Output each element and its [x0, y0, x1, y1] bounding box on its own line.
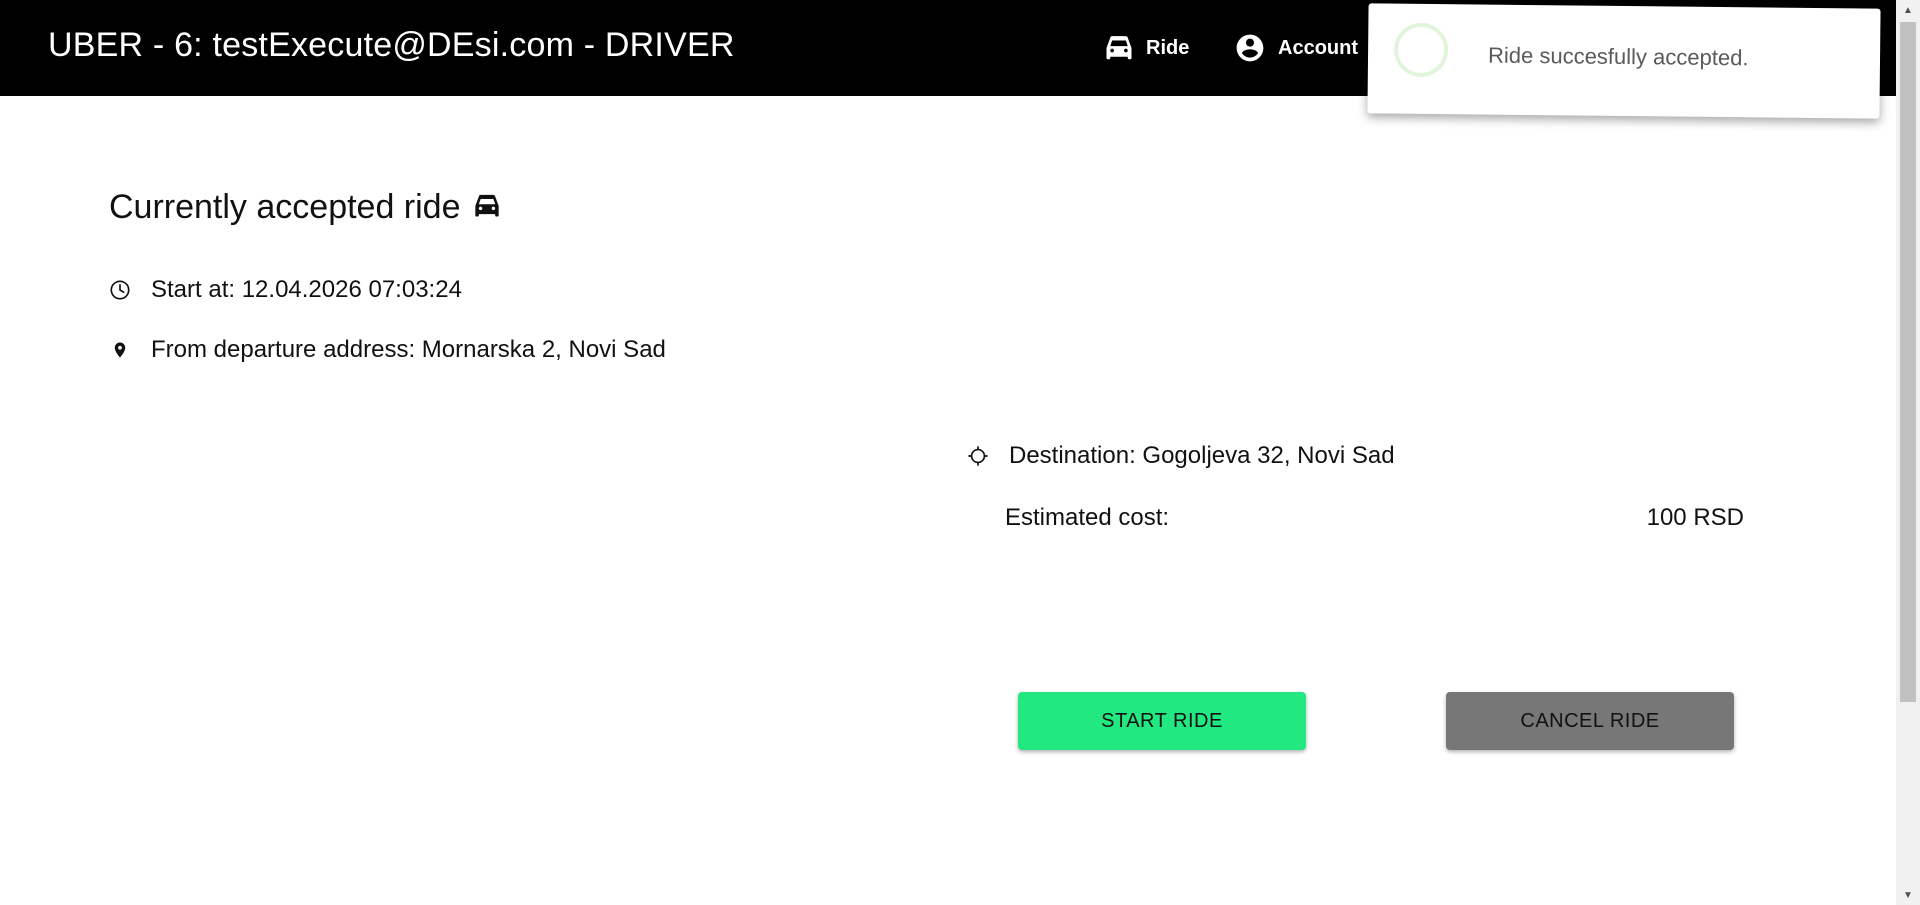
start-ride-button[interactable]: START RIDE	[1018, 692, 1306, 750]
map-pin-icon	[108, 338, 132, 362]
car-icon	[1104, 35, 1134, 61]
nav-ride-label: Ride	[1146, 36, 1190, 59]
nav-ride[interactable]: Ride	[1104, 30, 1189, 66]
spinner-icon	[1393, 22, 1449, 78]
start-time-row: Start at: 12.04.2026 07:03:24	[108, 276, 462, 304]
nav-account-label: Account	[1278, 36, 1358, 59]
departure-row: From departure address: Mornarska 2, Nov…	[108, 336, 666, 364]
estimated-cost-value: 100 RSD	[1646, 504, 1744, 531]
crosshair-icon	[966, 444, 990, 468]
clock-icon	[108, 278, 132, 302]
toast-message: Ride succesfully accepted.	[1487, 42, 1749, 71]
scroll-down-arrow-icon[interactable]: ▼	[1896, 885, 1920, 905]
toast-notification[interactable]: Ride succesfully accepted.	[1367, 3, 1881, 119]
start-time-text: Start at: 12.04.2026 07:03:24	[151, 276, 462, 303]
scroll-up-arrow-icon[interactable]: ▲	[1896, 0, 1920, 20]
app-title: UBER - 6: testExecute@DEsi.com - DRIVER	[48, 26, 735, 64]
destination-row: Destination: Gogoljeva 32, Novi Sad	[966, 442, 1395, 470]
account-circle-icon	[1234, 32, 1266, 64]
car-icon	[473, 188, 501, 227]
scrollbar-thumb[interactable]	[1900, 22, 1916, 702]
departure-text: From departure address: Mornarska 2, Nov…	[151, 336, 666, 363]
nav-account[interactable]: Account	[1234, 30, 1358, 66]
ride-heading-text: Currently accepted ride	[109, 188, 461, 226]
ride-heading: Currently accepted ride	[109, 188, 501, 227]
estimated-cost-label: Estimated cost:	[1005, 504, 1170, 531]
page: UBER - 6: testExecute@DEsi.com - DRIVER …	[0, 0, 1920, 905]
destination-text: Destination: Gogoljeva 32, Novi Sad	[1009, 442, 1395, 469]
cancel-ride-button[interactable]: CANCEL RIDE	[1446, 692, 1734, 750]
scrollbar[interactable]: ▲ ▼	[1896, 0, 1920, 905]
